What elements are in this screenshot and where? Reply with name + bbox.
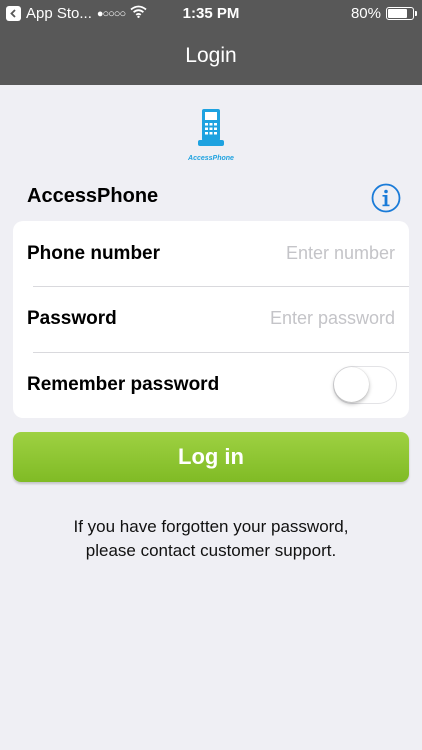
page-title: Login [185,44,237,67]
remember-row: Remember password [13,352,409,417]
battery-icon [386,7,417,20]
remember-password-toggle[interactable] [333,365,397,404]
help-line-1: If you have forgotten your password, [73,517,349,536]
password-row: Password [13,286,409,351]
battery-fill [388,9,408,18]
section-title: AccessPhone [27,185,159,207]
phone-row: Phone number [13,221,409,286]
phone-input[interactable] [195,243,395,264]
password-label: Password [27,307,117,329]
battery-indicator: 80% [350,5,417,22]
password-input[interactable] [195,308,395,329]
status-bar: App Sto... ●○○○○ 1:35 PM 80% [0,0,422,28]
logo-text: AccessPhone [188,155,234,162]
login-form: Phone number Password Remember password [13,221,409,418]
battery-percent: 80% [350,5,381,22]
top-bar: App Sto... ●○○○○ 1:35 PM 80% Login [0,0,422,85]
phone-label: Phone number [27,242,161,264]
phone-logo-icon [197,108,225,153]
app-logo: AccessPhone [0,108,422,162]
remember-label: Remember password [27,373,220,395]
info-icon[interactable] [371,183,401,218]
help-line-2: please contact customer support. [85,541,337,560]
help-text: If you have forgotten your password, ple… [0,515,422,563]
toggle-knob [334,366,369,402]
login-button[interactable]: Log in [13,432,409,482]
